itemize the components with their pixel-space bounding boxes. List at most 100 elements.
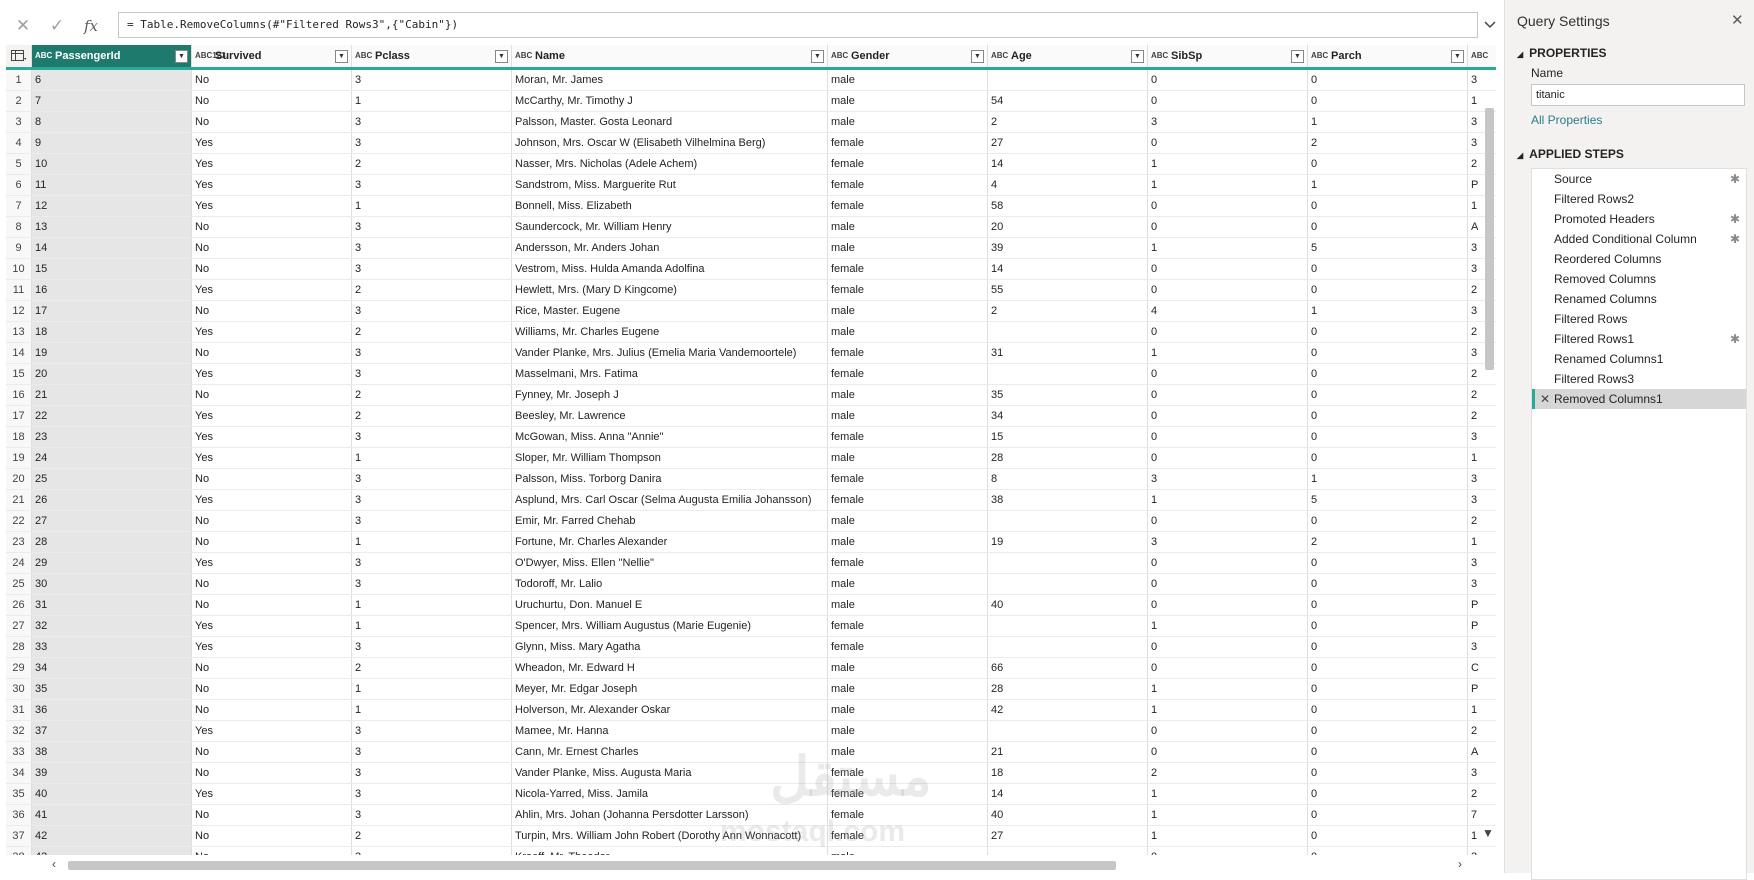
table-cell[interactable]: 39 <box>32 763 192 783</box>
table-cell[interactable]: 66 <box>988 658 1148 678</box>
table-cell[interactable]: McGowan, Miss. Anna "Annie" <box>512 427 828 447</box>
table-cell[interactable]: 3 <box>352 847 512 855</box>
table-row[interactable]: 14 19 No 3 Vander Planke, Mrs. Julius (Emeli… <box>6 343 1496 364</box>
table-cell[interactable]: 0 <box>1308 406 1468 426</box>
table-cell[interactable]: 40 <box>988 595 1148 615</box>
row-number[interactable]: 33 <box>6 742 32 762</box>
commit-formula-button[interactable]: ✓ <box>40 13 74 39</box>
applied-step[interactable]: Added Conditional Column ✱ <box>1532 229 1746 249</box>
table-cell[interactable]: 3 <box>1468 637 1496 657</box>
table-cell[interactable]: Mamee, Mr. Hanna <box>512 721 828 741</box>
table-cell[interactable]: 19 <box>32 343 192 363</box>
row-number[interactable]: 3 <box>6 112 32 132</box>
table-cell[interactable]: 0 <box>1308 385 1468 405</box>
row-number[interactable]: 30 <box>6 679 32 699</box>
table-cell[interactable]: 20 <box>988 217 1148 237</box>
table-cell[interactable]: 0 <box>1308 364 1468 384</box>
table-cell[interactable]: 30 <box>32 574 192 594</box>
table-cell[interactable]: Yes <box>192 364 352 384</box>
table-row[interactable]: 34 39 No 3 Vander Planke, Miss. Augusta Mari… <box>6 763 1496 784</box>
table-cell[interactable] <box>988 616 1148 636</box>
table-cell[interactable]: 55 <box>988 280 1148 300</box>
table-row[interactable]: 30 35 No 1 Meyer, Mr. Edgar Joseph male 28 1 0 P <box>6 679 1496 700</box>
table-cell[interactable]: 3 <box>352 574 512 594</box>
gear-icon[interactable]: ✱ <box>1730 229 1740 249</box>
table-cell[interactable]: Glynn, Miss. Mary Agatha <box>512 637 828 657</box>
table-cell[interactable]: 0 <box>1148 574 1308 594</box>
table-cell[interactable]: 0 <box>1148 448 1308 468</box>
table-cell[interactable]: 31 <box>988 343 1148 363</box>
table-cell[interactable]: No <box>192 700 352 720</box>
cancel-formula-button[interactable]: ✕ <box>6 13 40 39</box>
table-cell[interactable]: female <box>828 637 988 657</box>
column-type-icon[interactable]: ABC <box>1468 52 1491 60</box>
table-cell[interactable]: 2 <box>988 112 1148 132</box>
table-cell[interactable]: 5 <box>1308 238 1468 258</box>
table-cell[interactable]: C <box>1468 658 1496 678</box>
table-cell[interactable]: 0 <box>1308 784 1468 804</box>
table-cell[interactable]: Yes <box>192 322 352 342</box>
table-cell[interactable]: 58 <box>988 196 1148 216</box>
table-cell[interactable]: 20 <box>32 364 192 384</box>
table-cell[interactable]: 3 <box>352 133 512 153</box>
table-cell[interactable]: 0 <box>1308 847 1468 855</box>
table-cell[interactable]: female <box>828 259 988 279</box>
table-cell[interactable]: male <box>828 574 988 594</box>
table-cell[interactable]: 19 <box>988 532 1148 552</box>
table-cell[interactable]: Yes <box>192 553 352 573</box>
table-cell[interactable]: male <box>828 238 988 258</box>
table-cell[interactable]: 0 <box>1308 637 1468 657</box>
table-cell[interactable]: female <box>828 490 988 510</box>
table-row[interactable]: 32 37 Yes 3 Mamee, Mr. Hanna male 0 0 2 <box>6 721 1496 742</box>
table-cell[interactable]: 35 <box>988 385 1148 405</box>
table-cell[interactable]: Beesley, Mr. Lawrence <box>512 406 828 426</box>
table-cell[interactable]: 0 <box>1308 427 1468 447</box>
table-cell[interactable]: male <box>828 532 988 552</box>
table-cell[interactable]: Hewlett, Mrs. (Mary D Kingcome) <box>512 280 828 300</box>
table-cell[interactable]: 0 <box>1148 70 1308 90</box>
applied-steps-section[interactable]: ◢ APPLIED STEPS <box>1517 147 1624 161</box>
table-cell[interactable]: 3 <box>1148 532 1308 552</box>
table-cell[interactable]: Yes <box>192 196 352 216</box>
column-header-name[interactable]: ABC Name ▼ <box>512 45 828 67</box>
table-cell[interactable]: 3 <box>1148 112 1308 132</box>
table-cell[interactable]: 2 <box>352 826 512 846</box>
row-number[interactable]: 20 <box>6 469 32 489</box>
table-cell[interactable]: Sandstrom, Miss. Marguerite Rut <box>512 175 828 195</box>
row-number[interactable]: 38 <box>6 847 32 855</box>
table-row[interactable]: 1 6 No 3 Moran, Mr. James male 0 0 3 <box>6 70 1496 91</box>
table-row[interactable]: 25 30 No 3 Todoroff, Mr. Lalio male 0 0 3 <box>6 574 1496 595</box>
table-cell[interactable]: 1 <box>1148 784 1308 804</box>
table-cell[interactable] <box>988 322 1148 342</box>
table-cell[interactable]: Fynney, Mr. Joseph J <box>512 385 828 405</box>
table-cell[interactable]: No <box>192 112 352 132</box>
filter-dropdown-icon[interactable]: ▼ <box>811 49 824 63</box>
horizontal-scrollbar[interactable]: ‹ › <box>6 857 1496 873</box>
table-cell[interactable]: male <box>828 511 988 531</box>
table-cell[interactable]: 21 <box>32 385 192 405</box>
table-cell[interactable]: Palsson, Master. Gosta Leonard <box>512 112 828 132</box>
table-cell[interactable]: 1 <box>352 616 512 636</box>
table-cell[interactable]: 3 <box>352 469 512 489</box>
table-cell[interactable]: 18 <box>988 763 1148 783</box>
table-cell[interactable]: 3 <box>352 112 512 132</box>
gear-icon[interactable]: ✱ <box>1730 169 1740 189</box>
table-cell[interactable]: No <box>192 469 352 489</box>
table-cell[interactable]: 3 <box>1468 70 1496 90</box>
table-cell[interactable]: 15 <box>988 427 1148 447</box>
table-cell[interactable]: 17 <box>32 301 192 321</box>
table-cell[interactable]: 0 <box>1308 280 1468 300</box>
table-cell[interactable]: 2 <box>352 280 512 300</box>
table-cell[interactable]: 3 <box>352 637 512 657</box>
table-row[interactable]: 35 40 Yes 3 Nicola-Yarred, Miss. Jamila femal… <box>6 784 1496 805</box>
row-number[interactable]: 25 <box>6 574 32 594</box>
table-cell[interactable]: No <box>192 301 352 321</box>
table-cell[interactable]: 2 <box>352 658 512 678</box>
table-row[interactable]: 29 34 No 2 Wheadon, Mr. Edward Hmale 66 0 0 C <box>6 658 1496 679</box>
row-number[interactable]: 19 <box>6 448 32 468</box>
applied-step[interactable]: Filtered Rows1 ✱ <box>1532 329 1746 349</box>
table-row[interactable]: 8 13 No 3 Saundercock, Mr. William Henry male… <box>6 217 1496 238</box>
table-cell[interactable]: 0 <box>1308 70 1468 90</box>
table-cell[interactable]: female <box>828 553 988 573</box>
table-cell[interactable]: 3 <box>1468 847 1496 855</box>
